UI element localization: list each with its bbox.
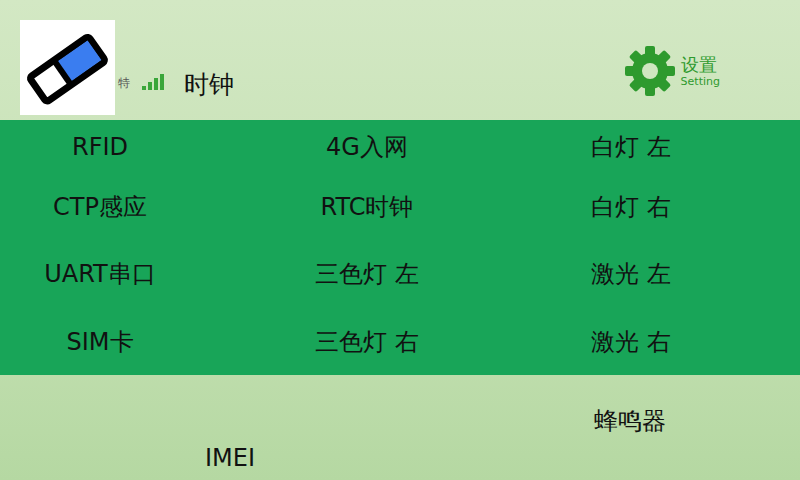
- signal-icon: [142, 72, 164, 90]
- footer: IMEI蜂鸣器: [0, 375, 800, 480]
- eraser-icon: [20, 20, 115, 115]
- test-item[interactable]: SIM卡: [0, 308, 200, 375]
- logo-text: 特: [118, 75, 130, 92]
- test-item[interactable]: 激光 右: [534, 308, 728, 375]
- test-item[interactable]: IMEI: [0, 444, 460, 480]
- header: 特 时钟 设置Setting: [0, 0, 800, 120]
- test-item[interactable]: RFID: [0, 120, 200, 174]
- test-item[interactable]: 白灯 右: [534, 174, 728, 240]
- test-item[interactable]: RTC时钟: [200, 174, 534, 240]
- screen: 特 时钟 设置Setting RFID4G入网白灯 左 CTP感应RTC时钟白灯 右 UA…: [0, 0, 800, 480]
- logo: [20, 20, 115, 115]
- test-item[interactable]: 激光 左: [534, 240, 728, 308]
- title: 时钟: [184, 68, 234, 101]
- test-item[interactable]: CTP感应: [0, 174, 200, 240]
- test-item[interactable]: 白灯 左: [534, 120, 728, 174]
- settings-sublabel: Setting: [681, 75, 720, 88]
- test-item[interactable]: 蜂鸣器: [460, 375, 800, 437]
- test-item[interactable]: UART串口: [0, 240, 200, 308]
- test-item[interactable]: 三色灯 左: [200, 240, 534, 308]
- settings-label: 设置: [681, 54, 720, 76]
- gear-icon: [623, 44, 677, 98]
- settings-text: 设置Setting: [681, 54, 720, 89]
- test-item[interactable]: 4G入网: [200, 120, 534, 174]
- test-grid: RFID4G入网白灯 左 CTP感应RTC时钟白灯 右 UART串口三色灯 左激光 …: [0, 120, 800, 375]
- settings-button[interactable]: 设置Setting: [623, 44, 720, 98]
- test-item[interactable]: 三色灯 右: [200, 308, 534, 375]
